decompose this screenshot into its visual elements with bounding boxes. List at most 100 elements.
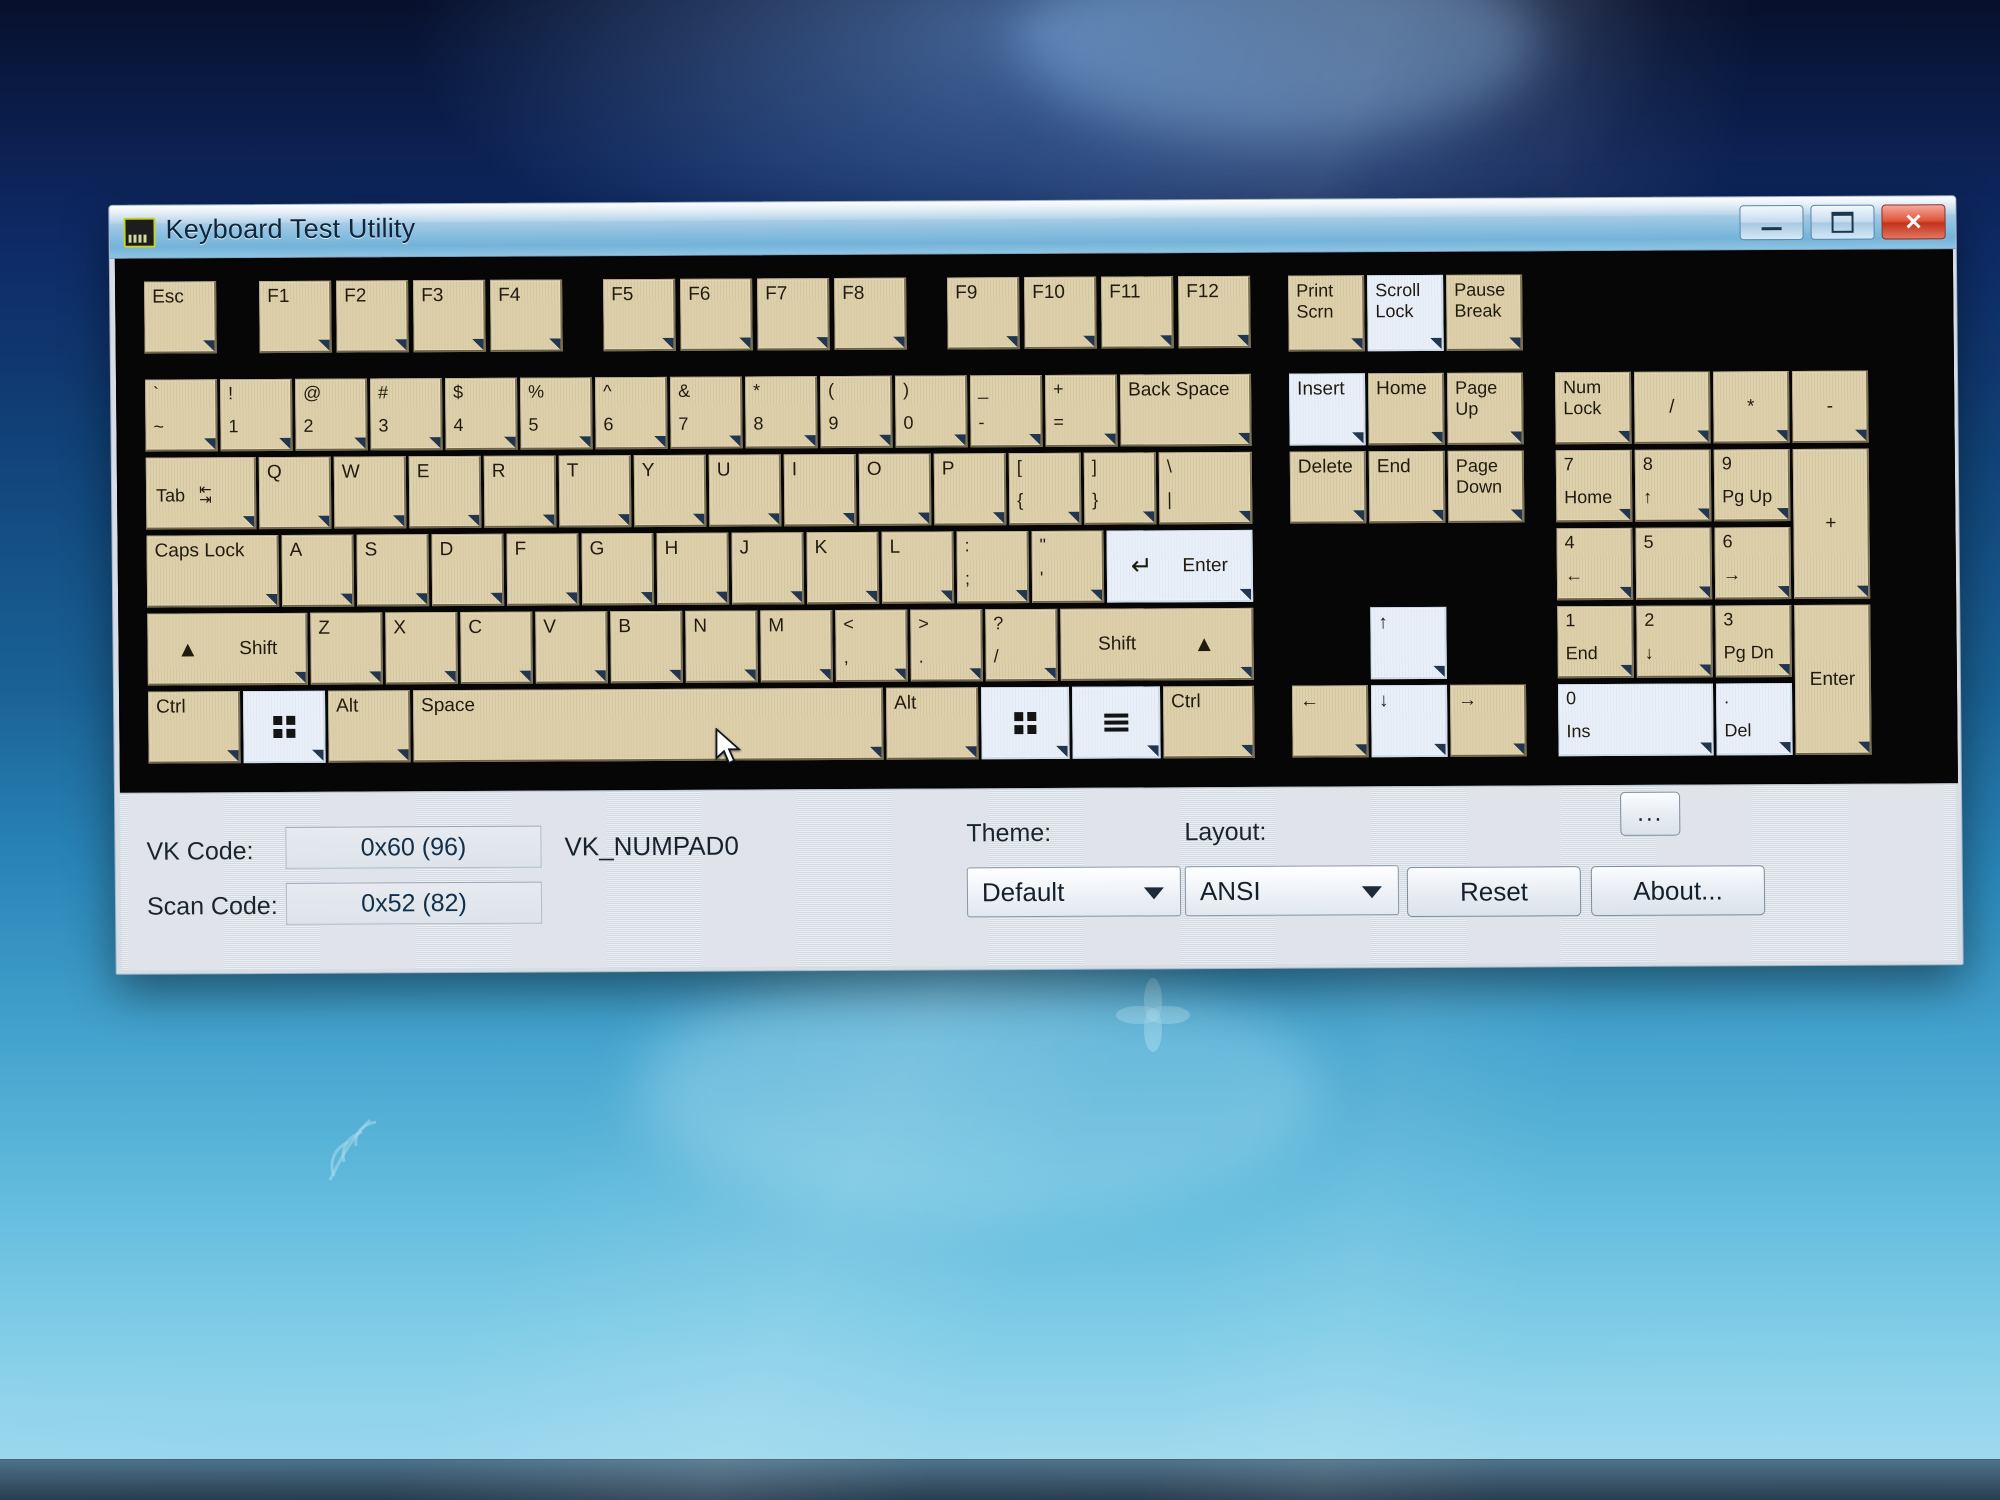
key-numpad0[interactable]: 0 Ins: [1557, 683, 1714, 757]
key-y[interactable]: Y: [633, 454, 707, 528]
key-n[interactable]: N: [685, 610, 758, 683]
key-digit4[interactable]: $4: [444, 377, 518, 451]
key-f1[interactable]: F1: [259, 280, 332, 354]
maximize-button[interactable]: [1810, 204, 1875, 240]
key-numpad-multiply[interactable]: *: [1712, 371, 1790, 444]
key-s[interactable]: S: [356, 534, 430, 607]
key-f6[interactable]: F6: [680, 278, 753, 351]
key-f2[interactable]: F2: [336, 280, 409, 353]
key-m[interactable]: M: [760, 610, 833, 683]
key-f[interactable]: F: [506, 533, 580, 606]
key-digit6[interactable]: ^ 6: [594, 376, 668, 450]
key-numpad-enter[interactable]: Enter: [1794, 604, 1872, 756]
key-r[interactable]: R: [483, 455, 557, 528]
key-digit3[interactable]: #3: [369, 378, 443, 451]
key-e[interactable]: E: [408, 455, 482, 529]
key-shift-right[interactable]: Shift ▲: [1060, 607, 1254, 681]
key-x[interactable]: X: [385, 612, 458, 685]
key-f5[interactable]: F5: [603, 278, 676, 352]
key-b[interactable]: B: [610, 610, 683, 684]
key-digit9[interactable]: (9: [819, 375, 893, 449]
key-menu[interactable]: [1071, 686, 1161, 759]
key-numpad-add[interactable]: +: [1792, 448, 1871, 600]
key-o[interactable]: O: [858, 453, 932, 526]
key-u[interactable]: U: [708, 454, 782, 527]
key-arrow-down[interactable]: ↓: [1370, 684, 1448, 758]
key-backslash[interactable]: \ |: [1158, 451, 1253, 525]
key-numpad9[interactable]: 9 Pg Up: [1713, 449, 1791, 522]
key-f9[interactable]: F9: [947, 277, 1020, 350]
key-g[interactable]: G: [581, 533, 655, 606]
key-comma[interactable]: <,: [835, 609, 908, 683]
key-i[interactable]: I: [783, 453, 857, 527]
close-button[interactable]: ✕: [1881, 204, 1946, 240]
key-bracketleft[interactable]: [{: [1008, 452, 1082, 526]
key-numpad8[interactable]: 8 ↑: [1634, 449, 1712, 522]
key-f10[interactable]: F10: [1024, 276, 1097, 350]
key-j[interactable]: J: [731, 532, 805, 605]
key-ctrl-left[interactable]: Ctrl: [147, 691, 241, 764]
key-f7[interactable]: F7: [757, 278, 830, 351]
key-numpad-decimal[interactable]: . Del: [1715, 683, 1793, 756]
key-k[interactable]: K: [806, 531, 880, 605]
key-pausebreak[interactable]: Pause Break: [1446, 274, 1523, 351]
key-arrow-left[interactable]: ←: [1291, 685, 1369, 758]
key-digit2[interactable]: @2: [294, 378, 368, 451]
key-w[interactable]: W: [333, 456, 407, 529]
key-t[interactable]: T: [558, 455, 632, 528]
key-q[interactable]: Q: [258, 456, 332, 530]
key-c[interactable]: C: [460, 611, 533, 685]
key-numpad1[interactable]: 1 End: [1557, 605, 1634, 679]
key-period[interactable]: >.: [910, 609, 983, 682]
key-esc[interactable]: Esc: [144, 281, 217, 354]
key-delete[interactable]: Delete: [1289, 451, 1367, 524]
key-win-left[interactable]: [242, 690, 326, 764]
key-minus[interactable]: _ -: [969, 374, 1043, 448]
key-h[interactable]: H: [656, 532, 730, 605]
key-arrow-up[interactable]: ↑: [1370, 606, 1447, 680]
key-digit7[interactable]: & 7: [669, 376, 743, 449]
key-l[interactable]: L: [881, 531, 955, 604]
key-semicolon[interactable]: :;: [956, 531, 1030, 604]
key-backspace[interactable]: Back Space: [1119, 373, 1252, 447]
key-v[interactable]: V: [535, 611, 608, 684]
key-alt-left[interactable]: Alt: [327, 690, 411, 763]
key-insert[interactable]: Insert: [1288, 373, 1366, 446]
key-digit0[interactable]: ) 0: [894, 375, 968, 448]
key-p[interactable]: P: [933, 453, 1007, 526]
key-numpad-divide[interactable]: /: [1633, 371, 1711, 444]
key-tab[interactable]: Tab ⇤ ⇥: [145, 457, 257, 530]
key-numpad-subtract[interactable]: -: [1791, 370, 1869, 444]
key-numpad5[interactable]: 5: [1635, 527, 1713, 600]
key-a[interactable]: A: [281, 534, 355, 607]
key-numpad2[interactable]: 2 ↓: [1636, 605, 1713, 678]
key-pagedown[interactable]: Page Down: [1447, 450, 1525, 523]
key-numpad6[interactable]: 6 →: [1714, 527, 1792, 600]
key-printscreen[interactable]: Print Scrn: [1288, 275, 1365, 352]
key-d[interactable]: D: [431, 533, 505, 607]
key-capslock[interactable]: Caps Lock: [146, 534, 280, 608]
key-digit1[interactable]: ! 1: [219, 378, 293, 452]
key-end[interactable]: End: [1368, 450, 1446, 524]
key-f11[interactable]: F11: [1101, 276, 1174, 349]
key-home[interactable]: Home: [1367, 372, 1445, 446]
key-enter[interactable]: ↵ Enter: [1106, 529, 1254, 603]
key-digit5[interactable]: % 5: [519, 377, 593, 450]
key-quote[interactable]: " ': [1031, 530, 1105, 604]
key-scrolllock[interactable]: Scroll Lock: [1367, 274, 1444, 352]
key-numpad3[interactable]: 3 Pg Dn: [1715, 605, 1792, 678]
reset-button[interactable]: Reset: [1406, 866, 1582, 918]
about-button[interactable]: About...: [1590, 865, 1766, 917]
key-numlock[interactable]: Num Lock: [1554, 371, 1632, 445]
key-equal[interactable]: + =: [1044, 374, 1118, 447]
key-f4[interactable]: F4: [490, 279, 563, 352]
key-bracketright[interactable]: ]}: [1083, 452, 1157, 525]
key-numpad7[interactable]: 7 Home: [1555, 449, 1633, 523]
key-pageup[interactable]: Page Up: [1446, 372, 1524, 445]
key-arrow-right[interactable]: →: [1449, 684, 1527, 757]
minimize-button[interactable]: [1739, 204, 1804, 241]
key-f12[interactable]: F12: [1178, 275, 1251, 349]
layout-select[interactable]: ANSI: [1184, 865, 1400, 917]
key-f3[interactable]: F3: [413, 279, 486, 353]
key-alt-right[interactable]: Alt: [885, 687, 979, 760]
